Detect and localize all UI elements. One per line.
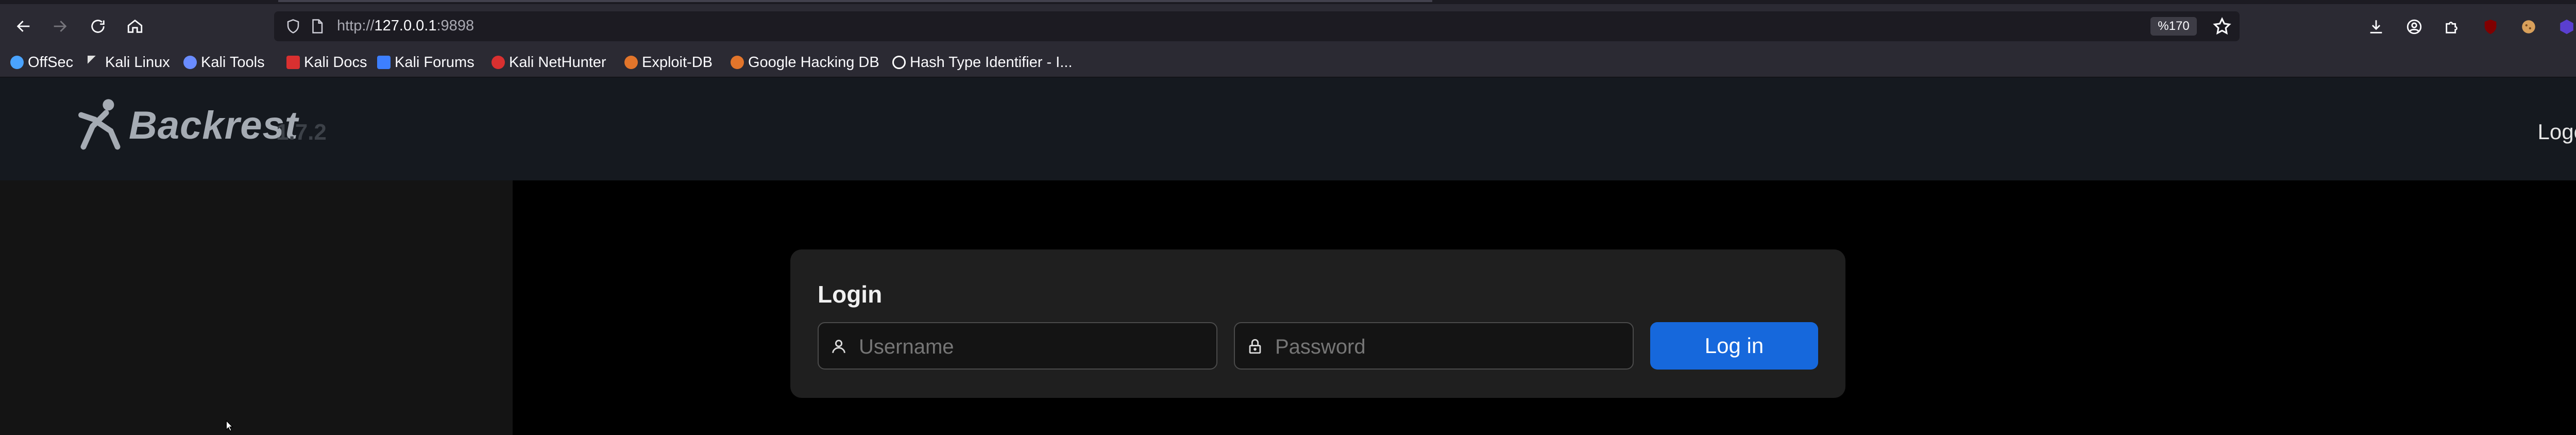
extensions-button[interactable] <box>2439 13 2466 40</box>
bookmark-kali-docs[interactable]: Kali Docs <box>286 52 367 73</box>
exploit-db-icon <box>624 56 638 69</box>
home-button[interactable] <box>120 12 150 40</box>
bookmark-label: Exploit-DB <box>642 54 713 71</box>
tab-strip <box>0 0 2576 4</box>
bookmark-star-icon[interactable] <box>2212 16 2232 36</box>
reload-button[interactable] <box>82 12 113 40</box>
forward-button[interactable] <box>44 12 75 40</box>
url-port: :9898 <box>436 18 474 34</box>
bookmark-label: Kali NetHunter <box>509 54 606 71</box>
sidebar <box>0 180 513 435</box>
kali-tools-icon <box>183 56 197 69</box>
bookmark-label: Kali Tools <box>201 54 265 71</box>
bookmark-kali-linux[interactable]: Kali Linux <box>88 52 170 73</box>
downloads-button[interactable] <box>2363 13 2389 40</box>
bookmark-exploit-db[interactable]: Exploit-DB <box>624 52 713 73</box>
puzzle-icon <box>2446 22 2458 34</box>
hash-identifier-icon <box>892 56 906 69</box>
home-icon <box>127 19 143 33</box>
kali-dragon-icon <box>88 56 101 69</box>
page-info-icon[interactable] <box>308 18 326 35</box>
username-field[interactable] <box>818 322 1217 370</box>
cookie-icon <box>2522 20 2535 34</box>
bookmark-label: Hash Type Identifier - I... <box>910 54 1073 71</box>
bookmark-kali-forums[interactable]: Kali Forums <box>377 52 474 73</box>
ublock-icon <box>2484 19 2497 35</box>
kali-docs-icon <box>286 56 300 69</box>
version-label: 1.7.2 <box>276 120 327 145</box>
cookie-extension-button[interactable] <box>2515 13 2542 40</box>
backrest-logo[interactable]: Backrest <box>72 97 298 154</box>
username-input[interactable] <box>858 330 1210 363</box>
forward-arrow-icon <box>54 21 67 32</box>
login-card: Login Log in <box>790 249 1845 398</box>
zoom-level-badge[interactable]: %170 <box>2150 17 2197 36</box>
url-host: 127.0.0.1 <box>374 18 437 34</box>
mouse-cursor-icon <box>226 420 233 432</box>
app-header: Backrest 1.7.2 Logout <box>0 77 2576 180</box>
back-button[interactable] <box>8 12 39 40</box>
account-icon <box>2406 19 2422 35</box>
extension-cube-icon <box>2560 19 2573 35</box>
back-arrow-icon <box>16 21 30 32</box>
lock-icon <box>1249 339 1261 354</box>
reload-icon <box>91 20 105 33</box>
bookmark-kali-tools[interactable]: Kali Tools <box>183 52 265 73</box>
logo-text: Backrest <box>129 103 299 147</box>
password-field[interactable] <box>1234 322 1634 370</box>
backrest-runner-icon <box>78 99 121 150</box>
ghdb-icon <box>731 56 744 69</box>
navigation-toolbar: http://127.0.0.1:9898 %170 <box>0 4 2576 48</box>
kali-forums-icon <box>377 56 391 69</box>
bookmark-label: Kali Docs <box>304 54 367 71</box>
account-button[interactable] <box>2401 13 2428 40</box>
bookmark-google-hacking-db[interactable]: Google Hacking DB <box>731 52 879 73</box>
offsec-icon <box>10 56 24 69</box>
bookmark-hash-type-identifier[interactable]: Hash Type Identifier - I... <box>892 52 1072 73</box>
download-icon <box>2370 20 2382 34</box>
bookmark-offsec[interactable]: OffSec <box>10 52 73 73</box>
url-scheme: http:// <box>337 18 375 34</box>
bookmark-label: Kali Forums <box>395 54 474 71</box>
bookmark-label: OffSec <box>28 54 74 71</box>
nethunter-icon <box>492 56 505 69</box>
bookmark-label: Google Hacking DB <box>748 54 879 71</box>
login-button[interactable]: Log in <box>1650 322 1818 370</box>
bookmark-label: Kali Linux <box>105 54 170 71</box>
logout-link[interactable]: Logout <box>2538 120 2576 144</box>
active-tab-indicator[interactable] <box>278 0 1432 2</box>
address-bar[interactable]: http://127.0.0.1:9898 %170 <box>274 11 2240 41</box>
user-icon <box>832 340 845 353</box>
password-input[interactable] <box>1274 330 1626 363</box>
url-text[interactable]: http://127.0.0.1:9898 <box>337 18 474 35</box>
ublock-extension-button[interactable] <box>2477 13 2504 40</box>
purple-extension-button[interactable] <box>2553 13 2576 40</box>
tracking-protection-shield-icon[interactable] <box>284 18 302 35</box>
bookmarks-toolbar: OffSec Kali Linux Kali Tools Kali Docs K… <box>0 48 2576 77</box>
login-title: Login <box>818 281 883 308</box>
bookmark-kali-nethunter[interactable]: Kali NetHunter <box>492 52 606 73</box>
